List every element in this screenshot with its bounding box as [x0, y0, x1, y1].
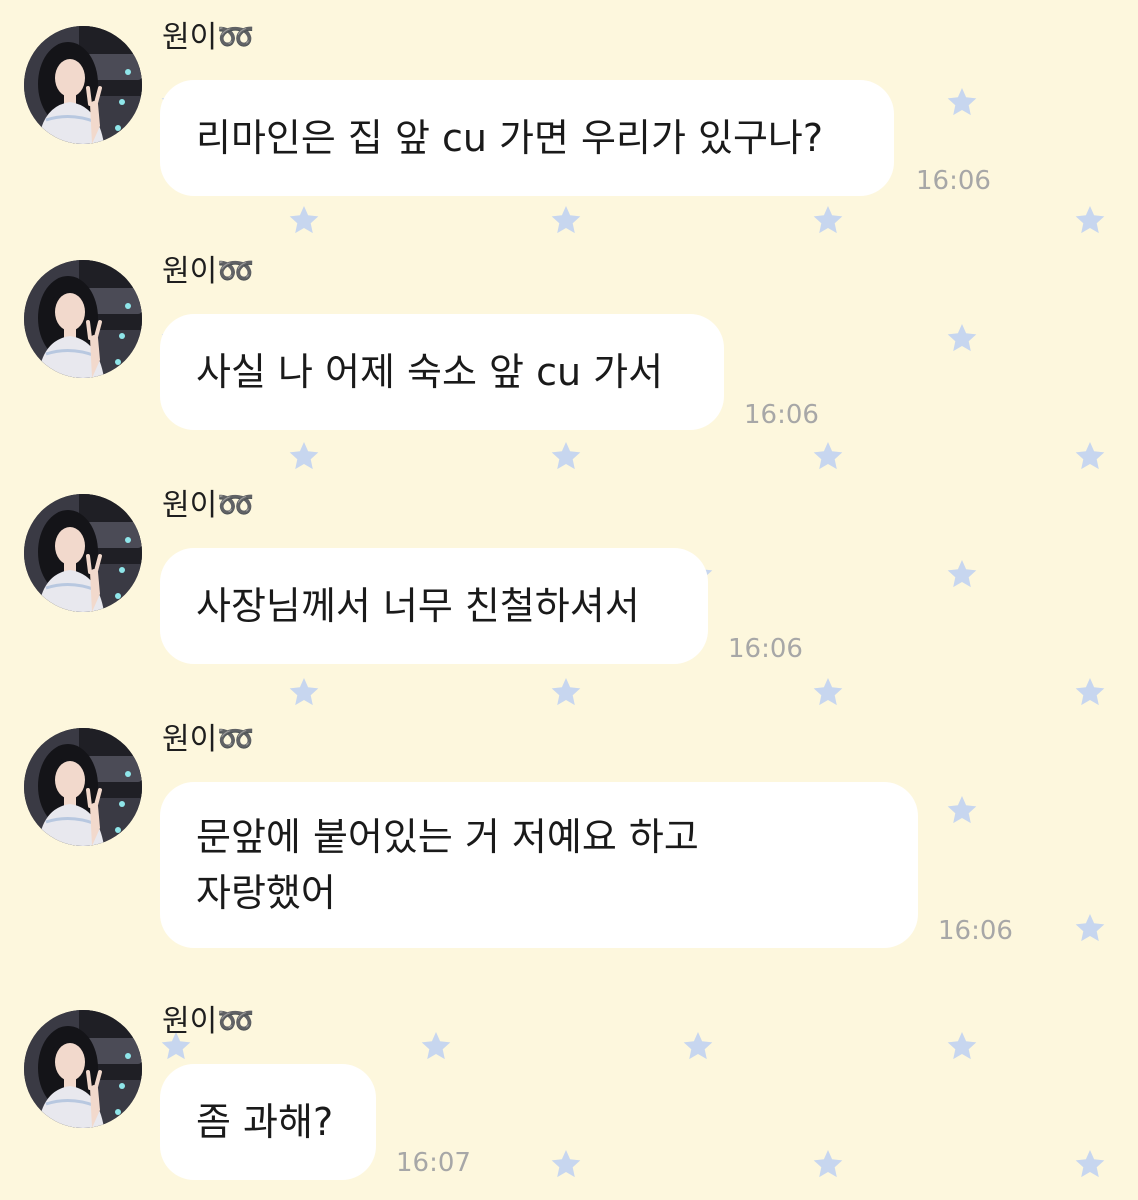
message-text: 리마인은 집 앞 cu 가면 우리가 있구나?	[196, 116, 824, 160]
message-bubble[interactable]: 리마인은 집 앞 cu 가면 우리가 있구나?	[160, 80, 894, 196]
avatar-image	[24, 26, 142, 144]
sender-name: 원이➿	[162, 254, 255, 289]
chat-message: 원이➿ 리마인은 집 앞 cu 가면 우리가 있구나? 16:06	[0, 0, 1138, 200]
message-bubble[interactable]: 사장님께서 너무 친철하셔서	[160, 548, 708, 664]
avatar-image	[24, 1010, 142, 1128]
sender-avatar[interactable]	[24, 728, 142, 846]
sender-name: 원이➿	[162, 1004, 255, 1039]
sender-name: 원이➿	[162, 488, 255, 523]
message-timestamp: 16:06	[744, 400, 819, 430]
sender-avatar[interactable]	[24, 494, 142, 612]
message-text: 사실 나 어제 숙소 앞 cu 가서	[196, 350, 664, 394]
sender-avatar[interactable]	[24, 1010, 142, 1128]
message-bubble[interactable]: 문앞에 붙어있는 거 저예요 하고 자랑했어	[160, 782, 918, 948]
message-text: 사장님께서 너무 친철하셔서	[196, 584, 640, 628]
background-star	[289, 206, 319, 234]
sender-avatar[interactable]	[24, 26, 142, 144]
chat-message: 원이➿ 사장님께서 너무 친철하셔서 16:06	[0, 468, 1138, 668]
message-text: 문앞에 붙어있는 거 저예요 하고 자랑했어	[196, 815, 699, 915]
message-timestamp: 16:06	[916, 166, 991, 196]
sender-name: 원이➿	[162, 20, 255, 55]
avatar-image	[24, 260, 142, 378]
background-star	[813, 442, 843, 470]
message-timestamp: 16:06	[728, 634, 803, 664]
background-star	[551, 442, 581, 470]
chat-message: 원이➿ 사실 나 어제 숙소 앞 cu 가서 16:06	[0, 234, 1138, 434]
message-timestamp: 16:07	[396, 1148, 471, 1178]
sender-name: 원이➿	[162, 722, 255, 757]
message-text: 좀 과해?	[196, 1100, 334, 1144]
background-star	[1075, 442, 1105, 470]
avatar-image	[24, 728, 142, 846]
chat-message: 원이➿ 문앞에 붙어있는 거 저예요 하고 자랑했어 16:06	[0, 702, 1138, 962]
message-bubble[interactable]: 사실 나 어제 숙소 앞 cu 가서	[160, 314, 724, 430]
message-bubble[interactable]: 좀 과해?	[160, 1064, 376, 1180]
background-star	[1075, 206, 1105, 234]
avatar-image	[24, 494, 142, 612]
sender-avatar[interactable]	[24, 260, 142, 378]
background-star	[551, 206, 581, 234]
message-timestamp: 16:06	[938, 916, 1013, 946]
background-star	[813, 206, 843, 234]
chat-message: 원이➿ 좀 과해? 16:07	[0, 984, 1138, 1200]
background-star	[289, 442, 319, 470]
